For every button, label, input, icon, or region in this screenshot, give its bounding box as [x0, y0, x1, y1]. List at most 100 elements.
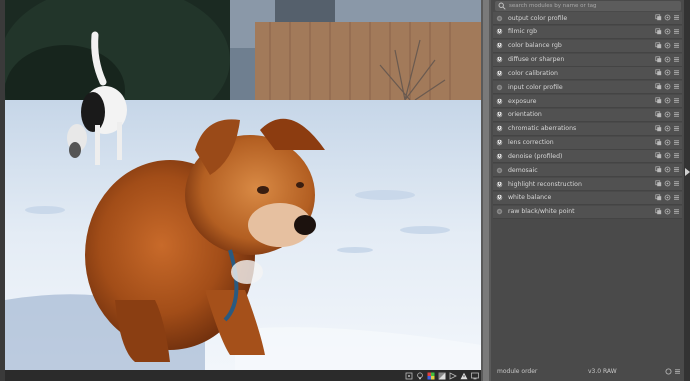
reset-icon[interactable]	[664, 42, 671, 49]
multi-instance-icon[interactable]	[655, 42, 662, 49]
presets-icon[interactable]	[673, 83, 680, 90]
reset-icon[interactable]	[664, 139, 671, 146]
bottom-toolbar	[5, 370, 481, 381]
module-row[interactable]: output color profile	[493, 12, 682, 25]
module-row[interactable]: chromatic aberrations	[493, 122, 682, 136]
presets-icon[interactable]	[673, 14, 680, 21]
module-order-value: v3.0 RAW	[588, 368, 617, 375]
reset-icon[interactable]	[665, 368, 672, 375]
module-row[interactable]: highlight reconstruction	[493, 178, 682, 192]
multi-instance-icon[interactable]	[655, 125, 662, 132]
presets-icon[interactable]	[673, 208, 680, 215]
presets-icon[interactable]	[673, 166, 680, 173]
multi-instance-icon[interactable]	[655, 180, 662, 187]
module-search-box[interactable]	[495, 1, 681, 11]
multi-instance-icon[interactable]	[655, 55, 662, 63]
reset-icon[interactable]	[664, 208, 671, 215]
power-icon[interactable]	[496, 84, 503, 91]
module-order-label: module order	[497, 368, 538, 375]
display-profile-icon[interactable]	[471, 372, 479, 380]
multi-instance-icon[interactable]	[655, 152, 662, 159]
module-label: color calibration	[508, 69, 558, 77]
presets-icon[interactable]	[674, 368, 681, 375]
overexposed-icon[interactable]	[460, 372, 468, 380]
multi-instance-icon[interactable]	[655, 83, 662, 90]
reset-icon[interactable]	[664, 166, 671, 173]
gamut-check-icon[interactable]	[449, 371, 457, 380]
reset-icon[interactable]	[664, 125, 671, 132]
bulb-icon[interactable]	[416, 371, 424, 380]
module-row[interactable]: orientation	[493, 108, 682, 122]
presets-icon[interactable]	[673, 97, 680, 104]
multi-instance-icon[interactable]	[655, 14, 662, 21]
search-input[interactable]	[507, 1, 679, 11]
module-row[interactable]: raw black/white point	[493, 205, 682, 219]
reset-icon[interactable]	[664, 69, 671, 76]
module-row[interactable]: white balance	[493, 191, 682, 205]
reset-icon[interactable]	[664, 152, 671, 159]
multi-instance-icon[interactable]	[655, 111, 662, 118]
panel-divider[interactable]	[481, 0, 491, 381]
multi-instance-icon[interactable]	[655, 97, 662, 104]
power-icon[interactable]	[496, 139, 503, 146]
reset-icon[interactable]	[664, 56, 671, 63]
presets-icon[interactable]	[673, 139, 680, 146]
multi-instance-icon[interactable]	[655, 139, 662, 146]
power-icon[interactable]	[496, 167, 503, 174]
center-image-view[interactable]	[5, 0, 481, 370]
reset-icon[interactable]	[664, 111, 671, 118]
search-icon	[498, 2, 507, 11]
module-label: denoise (profiled)	[508, 152, 563, 160]
power-icon[interactable]	[496, 42, 503, 49]
power-icon[interactable]	[496, 70, 503, 77]
right-edge-strip	[684, 0, 690, 381]
reset-icon[interactable]	[664, 180, 671, 187]
module-row[interactable]: diffuse or sharpen	[493, 53, 682, 67]
module-row[interactable]: input color profile	[493, 81, 682, 95]
module-label: input color profile	[508, 83, 563, 91]
module-row[interactable]: lens correction	[493, 136, 682, 150]
presets-icon[interactable]	[673, 194, 680, 201]
presets-icon[interactable]	[673, 42, 680, 49]
presets-icon[interactable]	[673, 56, 680, 63]
presets-icon[interactable]	[673, 111, 680, 118]
reset-icon[interactable]	[664, 28, 671, 35]
focus-peaking-icon[interactable]	[405, 372, 413, 380]
power-icon[interactable]	[496, 56, 503, 63]
multi-instance-icon[interactable]	[655, 166, 662, 173]
reset-icon[interactable]	[664, 194, 671, 201]
color-assessment-icon[interactable]	[427, 372, 435, 380]
power-icon[interactable]	[496, 111, 503, 118]
power-icon[interactable]	[496, 194, 503, 201]
presets-icon[interactable]	[673, 152, 680, 159]
presets-icon[interactable]	[673, 28, 680, 35]
power-icon[interactable]	[496, 15, 503, 22]
power-icon[interactable]	[496, 181, 503, 188]
reset-icon[interactable]	[664, 97, 671, 104]
presets-icon[interactable]	[673, 180, 680, 187]
collapse-arrow-icon[interactable]	[685, 168, 690, 176]
module-row[interactable]: filmic rgb	[493, 25, 682, 39]
reset-icon[interactable]	[664, 83, 671, 90]
module-order-bar[interactable]: module order v3.0 RAW	[491, 366, 684, 378]
module-row[interactable]: color calibration	[493, 67, 682, 81]
multi-instance-icon[interactable]	[655, 69, 662, 76]
power-icon[interactable]	[496, 98, 503, 105]
multi-instance-icon[interactable]	[655, 28, 662, 35]
module-label: output color profile	[508, 14, 568, 22]
power-icon[interactable]	[496, 208, 503, 215]
module-row[interactable]: demosaic	[493, 164, 682, 178]
softproof-icon[interactable]	[438, 372, 446, 380]
reset-icon[interactable]	[664, 14, 671, 21]
power-icon[interactable]	[496, 28, 503, 35]
module-row[interactable]: exposure	[493, 95, 682, 109]
module-label: raw black/white point	[508, 208, 575, 216]
multi-instance-icon[interactable]	[655, 208, 662, 215]
multi-instance-icon[interactable]	[655, 194, 662, 201]
module-row[interactable]: color balance rgb	[493, 39, 682, 53]
module-row[interactable]: denoise (profiled)	[493, 150, 682, 164]
presets-icon[interactable]	[673, 69, 680, 76]
presets-icon[interactable]	[673, 125, 680, 132]
power-icon[interactable]	[496, 125, 503, 132]
power-icon[interactable]	[496, 153, 503, 160]
